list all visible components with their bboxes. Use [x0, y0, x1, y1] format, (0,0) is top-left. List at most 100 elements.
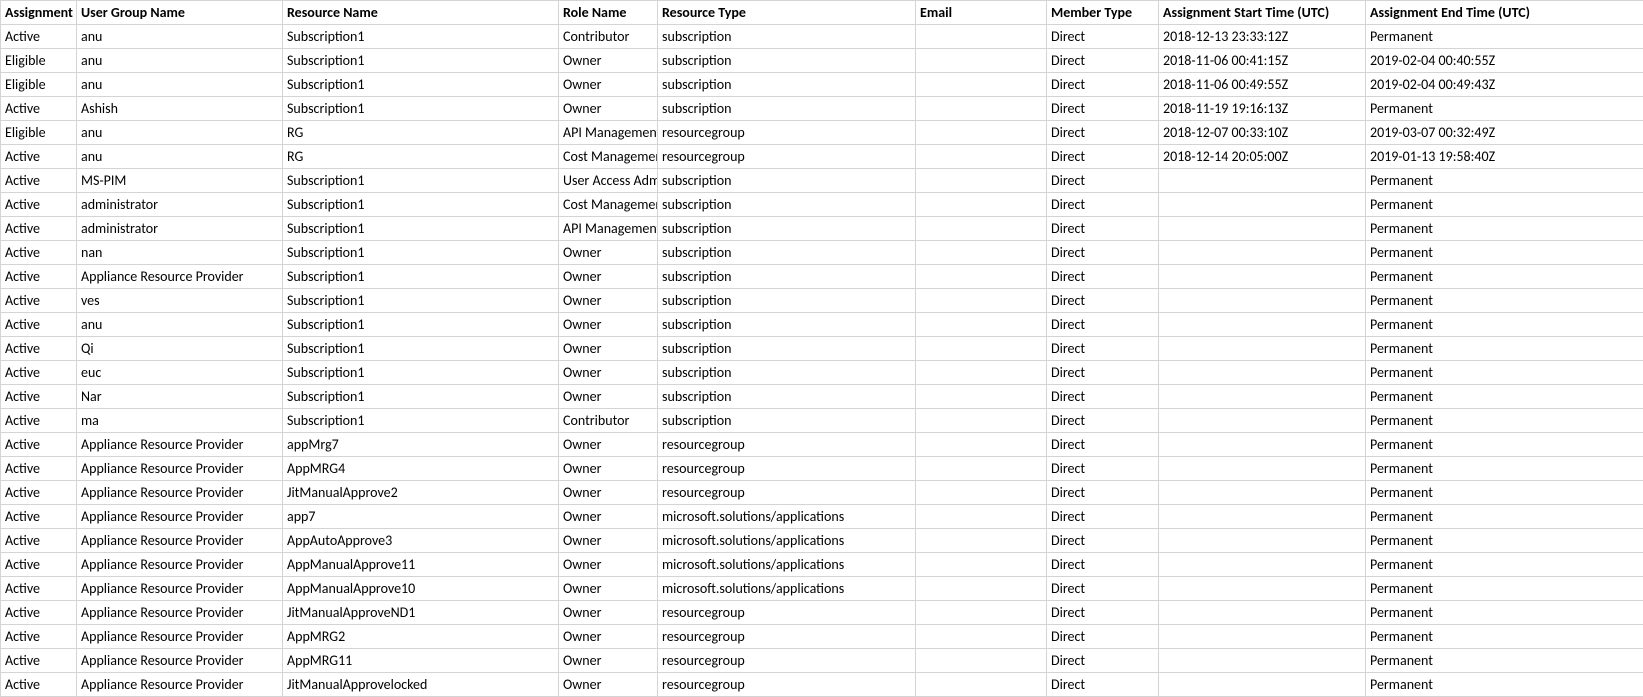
- cell[interactable]: subscription: [658, 49, 916, 73]
- cell[interactable]: Direct: [1047, 289, 1159, 313]
- cell[interactable]: Owner: [559, 553, 658, 577]
- cell[interactable]: microsoft.solutions/applications: [658, 553, 916, 577]
- table-row[interactable]: ActiveAppliance Resource Providerapp7Own…: [1, 505, 1643, 529]
- cell[interactable]: Appliance Resource Provider: [77, 265, 283, 289]
- cell[interactable]: Direct: [1047, 529, 1159, 553]
- cell[interactable]: [916, 457, 1047, 481]
- cell[interactable]: Owner: [559, 289, 658, 313]
- cell[interactable]: Permanent: [1366, 529, 1643, 553]
- cell[interactable]: Active: [1, 25, 77, 49]
- cell[interactable]: Appliance Resource Provider: [77, 505, 283, 529]
- cell[interactable]: resourcegroup: [658, 625, 916, 649]
- cell[interactable]: Direct: [1047, 601, 1159, 625]
- cell[interactable]: AppManualApprove11: [283, 553, 559, 577]
- cell[interactable]: Active: [1, 457, 77, 481]
- cell[interactable]: Owner: [559, 601, 658, 625]
- cell[interactable]: 2019-01-13 19:58:40Z: [1366, 145, 1643, 169]
- cell[interactable]: JitManualApprovelocked: [283, 673, 559, 697]
- cell[interactable]: subscription: [658, 361, 916, 385]
- cell[interactable]: Owner: [559, 625, 658, 649]
- cell[interactable]: [916, 49, 1047, 73]
- cell[interactable]: [1159, 457, 1366, 481]
- cell[interactable]: subscription: [658, 409, 916, 433]
- cell[interactable]: Owner: [559, 529, 658, 553]
- cell[interactable]: Permanent: [1366, 169, 1643, 193]
- cell[interactable]: Cost Management Contributor: [559, 193, 658, 217]
- cell[interactable]: Subscription1: [283, 193, 559, 217]
- cell[interactable]: Active: [1, 169, 77, 193]
- cell[interactable]: Direct: [1047, 49, 1159, 73]
- cell[interactable]: anu: [77, 313, 283, 337]
- cell[interactable]: [916, 217, 1047, 241]
- cell[interactable]: Subscription1: [283, 169, 559, 193]
- cell[interactable]: Active: [1, 481, 77, 505]
- cell[interactable]: [1159, 433, 1366, 457]
- cell[interactable]: Active: [1, 553, 77, 577]
- table-row[interactable]: ActiveadministratorSubscription1Cost Man…: [1, 193, 1643, 217]
- cell[interactable]: AppManualApprove10: [283, 577, 559, 601]
- cell[interactable]: subscription: [658, 73, 916, 97]
- cell[interactable]: euc: [77, 361, 283, 385]
- cell[interactable]: [916, 505, 1047, 529]
- cell[interactable]: [916, 649, 1047, 673]
- cell[interactable]: subscription: [658, 97, 916, 121]
- cell[interactable]: 2018-11-06 00:49:55Z: [1159, 73, 1366, 97]
- cell[interactable]: Direct: [1047, 217, 1159, 241]
- cell[interactable]: Owner: [559, 49, 658, 73]
- cell[interactable]: Permanent: [1366, 649, 1643, 673]
- cell[interactable]: User Access Administrator: [559, 169, 658, 193]
- cell[interactable]: Owner: [559, 337, 658, 361]
- cell[interactable]: Permanent: [1366, 673, 1643, 697]
- cell[interactable]: Permanent: [1366, 481, 1643, 505]
- cell[interactable]: [916, 121, 1047, 145]
- cell[interactable]: Subscription1: [283, 73, 559, 97]
- col-end-time[interactable]: Assignment End Time (UTC): [1366, 1, 1643, 25]
- cell[interactable]: Subscription1: [283, 217, 559, 241]
- cell[interactable]: app7: [283, 505, 559, 529]
- cell[interactable]: Active: [1, 217, 77, 241]
- cell[interactable]: Cost Management Contributor: [559, 145, 658, 169]
- cell[interactable]: Owner: [559, 97, 658, 121]
- cell[interactable]: Appliance Resource Provider: [77, 457, 283, 481]
- cell[interactable]: Subscription1: [283, 361, 559, 385]
- table-row[interactable]: EligibleanuSubscription1Ownersubscriptio…: [1, 73, 1643, 97]
- cell[interactable]: [916, 601, 1047, 625]
- cell[interactable]: Subscription1: [283, 265, 559, 289]
- cell[interactable]: [1159, 217, 1366, 241]
- col-resource-type[interactable]: Resource Type: [658, 1, 916, 25]
- cell[interactable]: Permanent: [1366, 361, 1643, 385]
- cell[interactable]: ma: [77, 409, 283, 433]
- cell[interactable]: nan: [77, 241, 283, 265]
- cell[interactable]: Direct: [1047, 313, 1159, 337]
- col-start-time[interactable]: Assignment Start Time (UTC): [1159, 1, 1366, 25]
- table-row[interactable]: ActiveanuSubscription1OwnersubscriptionD…: [1, 313, 1643, 337]
- cell[interactable]: [916, 193, 1047, 217]
- col-email[interactable]: Email: [916, 1, 1047, 25]
- cell[interactable]: Eligible: [1, 121, 77, 145]
- cell[interactable]: [916, 25, 1047, 49]
- cell[interactable]: Active: [1, 673, 77, 697]
- table-row[interactable]: ActivenanSubscription1OwnersubscriptionD…: [1, 241, 1643, 265]
- cell[interactable]: Owner: [559, 385, 658, 409]
- cell[interactable]: 2018-11-06 00:41:15Z: [1159, 49, 1366, 73]
- cell[interactable]: Subscription1: [283, 289, 559, 313]
- cell[interactable]: Permanent: [1366, 289, 1643, 313]
- cell[interactable]: Active: [1, 409, 77, 433]
- table-row[interactable]: ActiveAppliance Resource ProviderAppMRG2…: [1, 625, 1643, 649]
- cell[interactable]: Permanent: [1366, 193, 1643, 217]
- cell[interactable]: [916, 553, 1047, 577]
- col-resource-name[interactable]: Resource Name: [283, 1, 559, 25]
- table-row[interactable]: ActiveAppliance Resource ProviderJitManu…: [1, 481, 1643, 505]
- table-row[interactable]: EligibleanuSubscription1Ownersubscriptio…: [1, 49, 1643, 73]
- cell[interactable]: 2018-11-19 19:16:13Z: [1159, 97, 1366, 121]
- table-row[interactable]: ActiveadministratorSubscription1API Mana…: [1, 217, 1643, 241]
- cell[interactable]: appMrg7: [283, 433, 559, 457]
- cell[interactable]: Appliance Resource Provider: [77, 673, 283, 697]
- cell[interactable]: API Management Service Contributor: [559, 121, 658, 145]
- cell[interactable]: 2018-12-13 23:33:12Z: [1159, 25, 1366, 49]
- cell[interactable]: Appliance Resource Provider: [77, 601, 283, 625]
- cell[interactable]: API Management Service Contributor: [559, 217, 658, 241]
- cell[interactable]: Direct: [1047, 337, 1159, 361]
- cell[interactable]: subscription: [658, 385, 916, 409]
- cell[interactable]: RG: [283, 145, 559, 169]
